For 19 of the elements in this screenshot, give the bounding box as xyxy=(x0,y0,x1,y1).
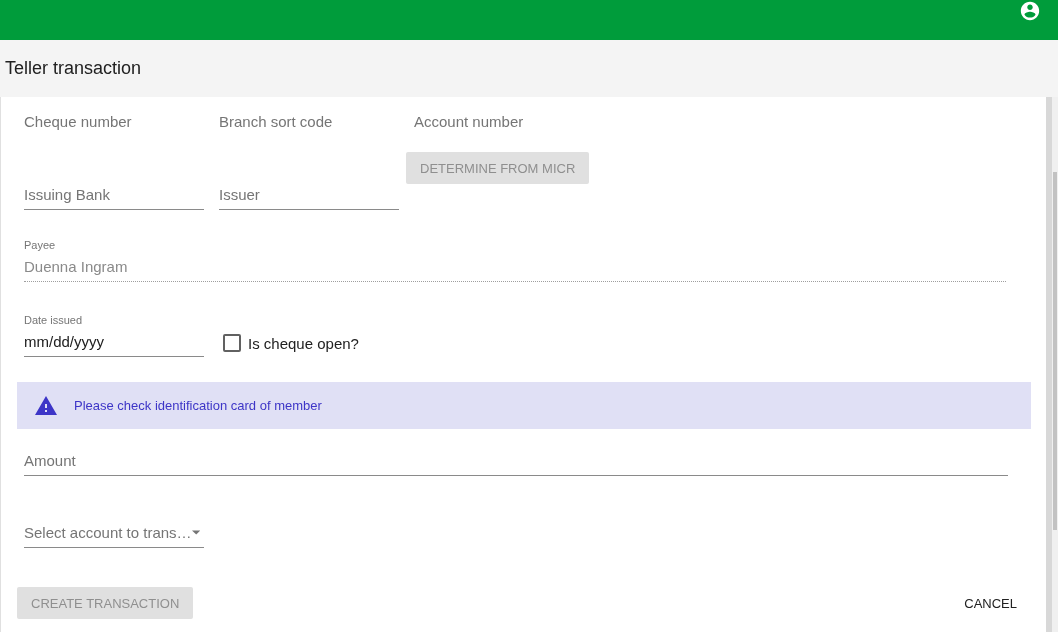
alert-message: Please check identification card of member xyxy=(74,398,322,413)
text-field[interactable]: Cheque number xyxy=(24,107,204,137)
page-title: Teller transaction xyxy=(5,58,142,79)
checkbox-label: Is cheque open? xyxy=(248,334,359,352)
field-label: Date issued xyxy=(24,313,84,327)
field-label: Payee xyxy=(24,238,57,252)
date-field[interactable]: mm/dd/yyyy xyxy=(24,327,204,357)
account-icon[interactable] xyxy=(1019,0,1041,22)
checkbox[interactable] xyxy=(223,334,241,352)
text-field[interactable]: Issuing Bank xyxy=(24,180,204,210)
account-select[interactable]: Select account to trans… xyxy=(24,518,204,548)
text-field[interactable]: Branch sort code xyxy=(219,107,399,137)
scrollbar[interactable] xyxy=(1046,97,1058,632)
cancel-button[interactable]: CANCEL xyxy=(950,587,1031,619)
text-field[interactable]: Issuer xyxy=(219,180,399,210)
amount-field[interactable]: Amount xyxy=(24,446,1008,476)
warning-icon xyxy=(35,395,57,416)
text-field[interactable]: Account number xyxy=(414,107,594,137)
caret-icon xyxy=(191,530,200,535)
